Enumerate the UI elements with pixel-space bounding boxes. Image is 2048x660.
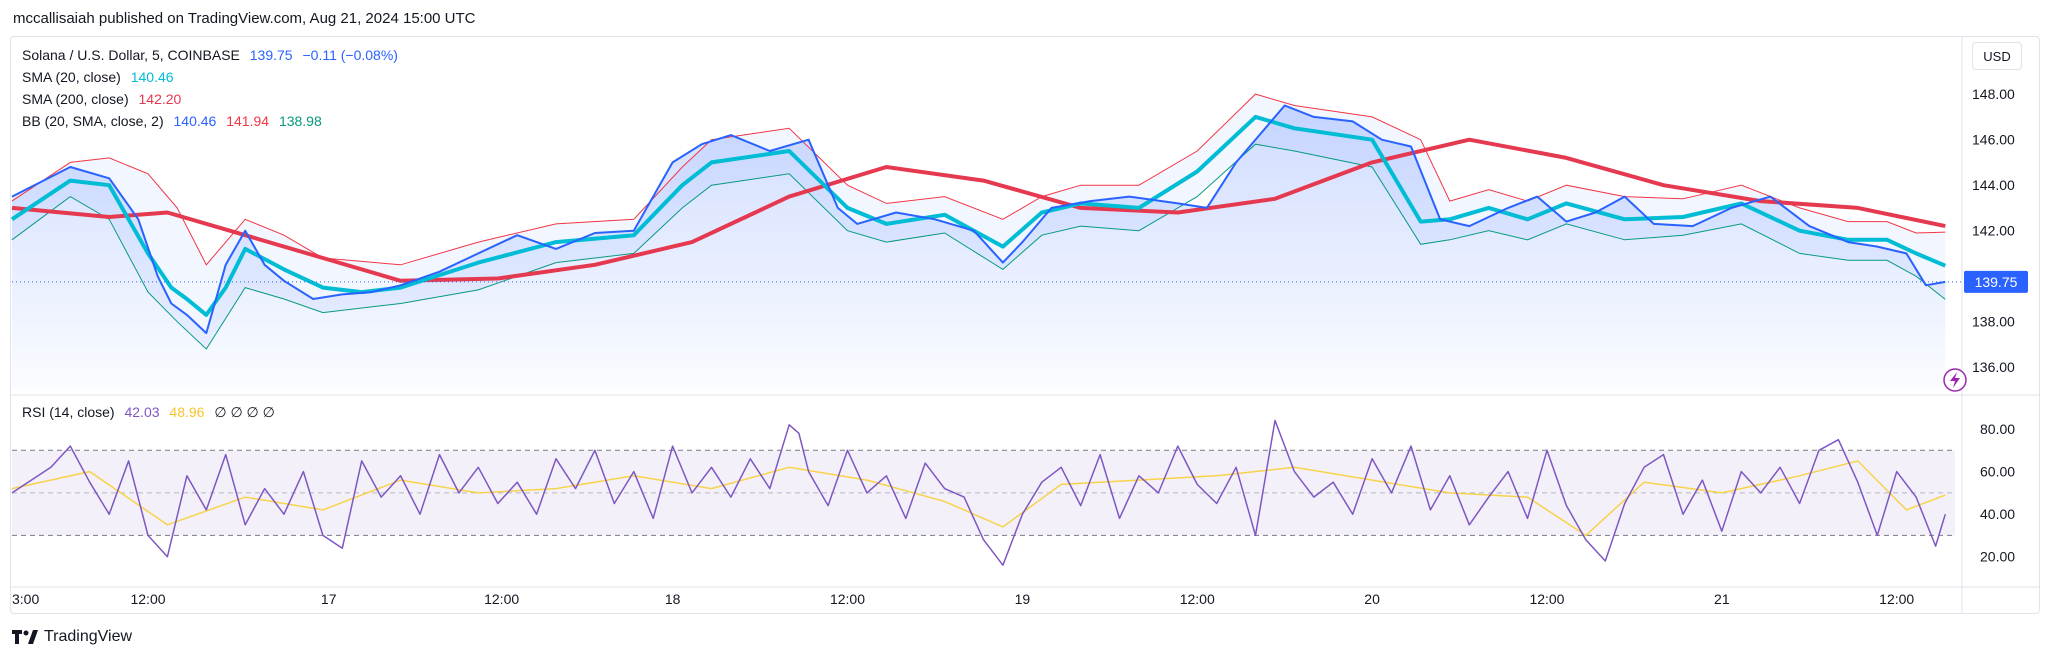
footer-logo[interactable]: TradingView bbox=[12, 628, 132, 646]
legend-symbol-row[interactable]: Solana / U.S. Dollar, 5, COINBASE 139.75… bbox=[22, 44, 398, 66]
bb-name: BB (20, SMA, close, 2) bbox=[22, 113, 164, 129]
legend-bb-row[interactable]: BB (20, SMA, close, 2) 140.46 141.94 138… bbox=[22, 110, 398, 132]
rsi-extra-values: ∅ ∅ ∅ ∅ bbox=[214, 404, 275, 420]
price-axis-tick: 146.00 bbox=[1972, 132, 2015, 148]
currency-button[interactable]: USD bbox=[1972, 42, 2022, 70]
tradingview-logo-icon bbox=[12, 630, 38, 644]
symbol-name: Solana / U.S. Dollar, 5, COINBASE bbox=[22, 47, 240, 63]
rsi-value: 42.03 bbox=[124, 404, 160, 420]
bb-upper-value: 141.94 bbox=[226, 113, 270, 129]
rsi-name: RSI (14, close) bbox=[22, 404, 115, 420]
sma20-name: SMA (20, close) bbox=[22, 69, 121, 85]
footer-brand: TradingView bbox=[44, 628, 133, 645]
time-axis-tick: 21 bbox=[1714, 591, 1730, 607]
price-axis-tick: 144.00 bbox=[1972, 177, 2015, 193]
time-axis-tick: 18 bbox=[665, 591, 681, 607]
rsi-axis-tick: 60.00 bbox=[1980, 464, 2015, 480]
time-axis-tick: 12:00 bbox=[830, 591, 865, 607]
rsi-ma-value: 48.96 bbox=[169, 404, 205, 420]
time-axis-tick: 12:00 bbox=[1180, 591, 1215, 607]
rsi-legend[interactable]: RSI (14, close) 42.03 48.96 ∅ ∅ ∅ ∅ bbox=[22, 404, 275, 421]
symbol-price: 139.75 bbox=[249, 47, 293, 63]
time-axis-tick: 20 bbox=[1364, 591, 1380, 607]
legend-sma20-row[interactable]: SMA (20, close) 140.46 bbox=[22, 66, 398, 88]
time-axis-tick: 12:00 bbox=[1879, 591, 1914, 607]
rsi-axis-tick: 40.00 bbox=[1980, 506, 2015, 522]
bb-lower-value: 138.98 bbox=[278, 113, 322, 129]
price-axis-tick: 148.00 bbox=[1972, 86, 2015, 102]
sma200-value: 142.20 bbox=[138, 91, 182, 107]
time-axis-tick: 12:00 bbox=[1529, 591, 1564, 607]
time-axis-tick: 19 bbox=[1015, 591, 1031, 607]
chart-legend: Solana / U.S. Dollar, 5, COINBASE 139.75… bbox=[22, 44, 398, 132]
price-axis-tick: 136.00 bbox=[1972, 359, 2015, 375]
sma200-name: SMA (200, close) bbox=[22, 91, 129, 107]
time-axis-tick: 3:00 bbox=[12, 591, 39, 607]
legend-sma200-row[interactable]: SMA (200, close) 142.20 bbox=[22, 88, 398, 110]
symbol-change: −0.11 (−0.08%) bbox=[302, 47, 398, 63]
time-axis-tick: 17 bbox=[321, 591, 337, 607]
rsi-axis-tick: 20.00 bbox=[1980, 549, 2015, 565]
time-axis-tick: 12:00 bbox=[130, 591, 165, 607]
time-axis-tick: 12:00 bbox=[484, 591, 519, 607]
bb-basis-value: 140.46 bbox=[173, 113, 217, 129]
price-axis-tick: 138.00 bbox=[1972, 314, 2015, 330]
sma20-value: 140.46 bbox=[130, 69, 174, 85]
last-price-label: 139.75 bbox=[1975, 274, 2018, 290]
price-axis-tick: 142.00 bbox=[1972, 223, 2015, 239]
rsi-axis-tick: 80.00 bbox=[1980, 421, 2015, 437]
